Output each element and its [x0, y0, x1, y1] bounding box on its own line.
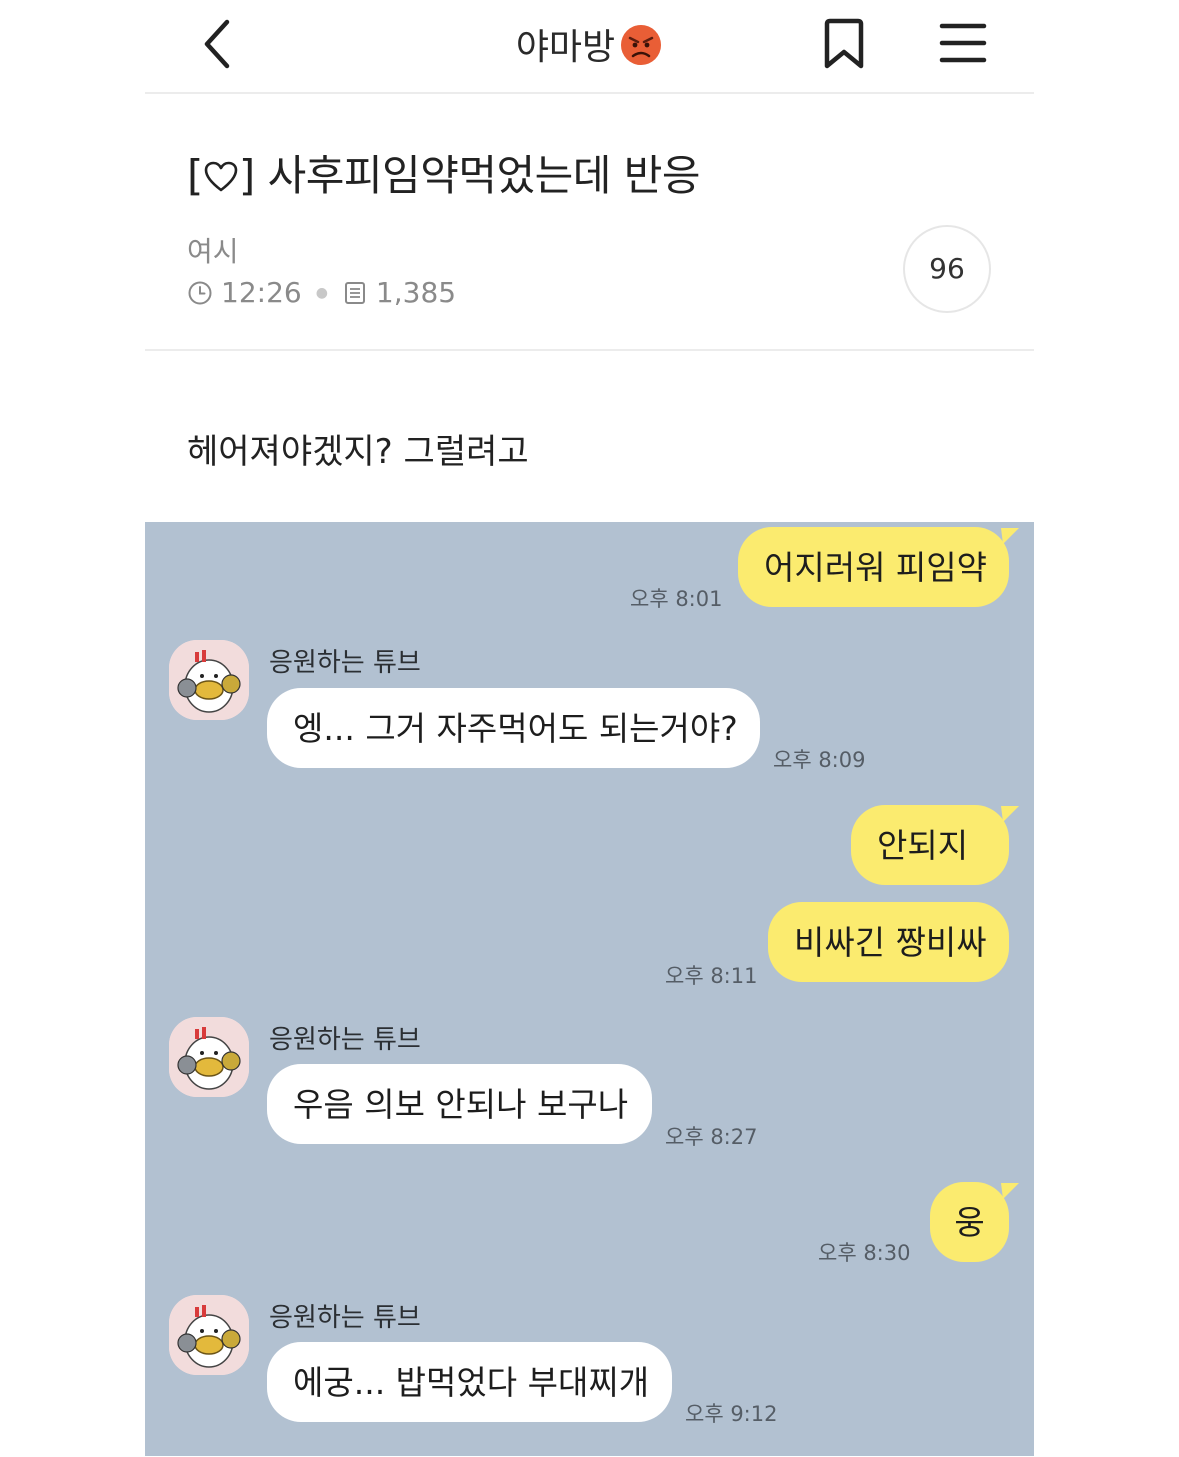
my-message-bubble: 비싸긴 짱비싸 [768, 902, 1009, 982]
view-count: 1,385 [375, 276, 457, 309]
message-text: 어지러워 피임약 [764, 547, 988, 587]
message-time: 오후 8:01 [630, 587, 723, 611]
document-views-icon [344, 281, 365, 304]
top-bar: 야마방 [145, 0, 1034, 94]
post-title: [ ] 사후피임약먹었는데 반응 [187, 142, 701, 203]
message-time: 오후 8:30 [818, 1241, 911, 1265]
board-title: 야마방 [145, 18, 1034, 70]
avatar [169, 1295, 249, 1375]
post-title-bracket-close: ] [238, 151, 255, 200]
message-text: 에궁... 밥먹었다 부대찌개 [293, 1362, 650, 1402]
message-text: 안되지 [877, 825, 969, 865]
avatar [169, 1017, 249, 1097]
avatar [169, 640, 249, 720]
bubble-tail-icon [1001, 806, 1019, 822]
post-time: 12:26 [221, 276, 302, 309]
chat-screenshot: 어지러워 피임약 오후 8:01 응원하는 튜브 엥... 그거 자주먹어도 되… [145, 522, 1034, 1456]
tube-character-avatar-icon [169, 1295, 249, 1375]
tube-character-avatar-icon [169, 1017, 249, 1097]
message-text: 웅 [954, 1202, 985, 1242]
board-title-text: 야마방 [515, 27, 616, 68]
message-time: 오후 9:12 [685, 1402, 778, 1426]
heart-icon [204, 161, 238, 192]
my-message-bubble: 웅 [930, 1182, 1009, 1262]
my-message-bubble: 안되지 [851, 805, 1009, 885]
post-meta: 12:26 ● 1,385 [187, 276, 456, 309]
post-body-text: 헤어져야겠지? 그럴려고 [187, 432, 529, 472]
tube-character-avatar-icon [169, 640, 249, 720]
post-title-bracket-open: [ [187, 151, 203, 200]
their-message-bubble: 우음 의보 안되나 보구나 [267, 1064, 652, 1144]
sender-name: 응원하는 튜브 [269, 1303, 421, 1333]
bubble-tail-icon [1001, 1183, 1019, 1199]
my-message-bubble: 어지러워 피임약 [738, 527, 1009, 607]
hamburger-menu-icon[interactable] [939, 20, 987, 66]
message-time: 오후 8:09 [773, 748, 866, 772]
sender-name: 응원하는 튜브 [269, 648, 421, 678]
message-time: 오후 8:11 [665, 964, 758, 988]
comment-count-button[interactable]: 96 [903, 225, 991, 313]
message-text: 우음 의보 안되나 보구나 [293, 1084, 629, 1124]
their-message-bubble: 엥... 그거 자주먹어도 되는거야? [267, 688, 760, 768]
their-message-bubble: 에궁... 밥먹었다 부대찌개 [267, 1342, 672, 1422]
message-text: 비싸긴 짱비싸 [794, 922, 987, 962]
author-name[interactable]: 여시 [187, 230, 239, 270]
message-time: 오후 8:27 [665, 1125, 758, 1149]
meta-separator: ● [315, 284, 328, 301]
bubble-tail-icon [1001, 528, 1019, 544]
clock-icon [188, 281, 212, 304]
message-text: 엥... 그거 자주먹어도 되는거야? [293, 708, 738, 748]
angry-face-icon [621, 25, 662, 65]
divider [145, 349, 1034, 351]
sender-name: 응원하는 튜브 [269, 1025, 421, 1055]
post-title-text: 사후피임약먹었는데 반응 [267, 151, 701, 200]
bookmark-icon[interactable] [821, 18, 867, 70]
